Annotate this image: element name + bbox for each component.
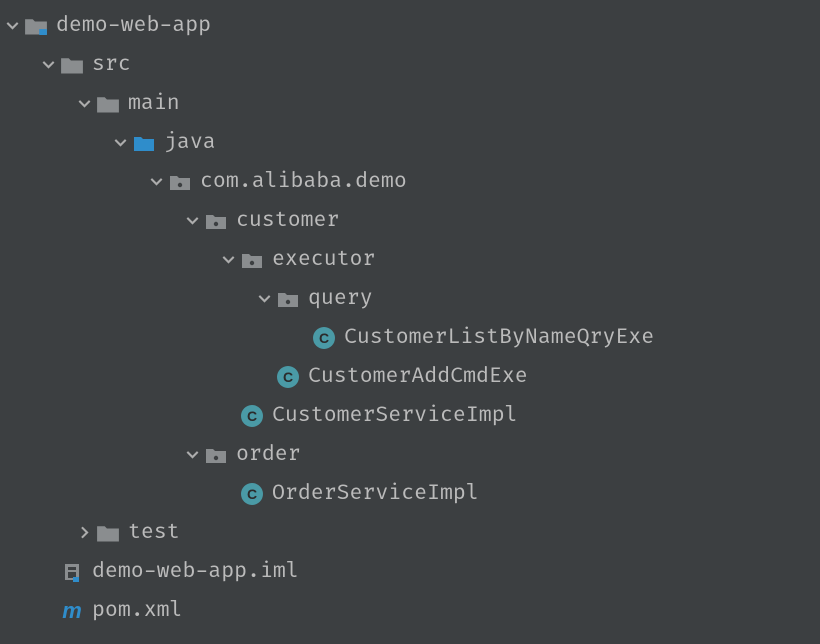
tree-item-test[interactable]: test [0, 513, 820, 552]
tree-item-src[interactable]: src [0, 45, 820, 84]
tree-item-label: CustomerListByNameQryExe [344, 325, 654, 350]
folder-icon [96, 521, 120, 545]
chevron-down-icon[interactable] [216, 253, 240, 266]
chevron-down-icon[interactable] [108, 136, 132, 149]
package-icon [276, 287, 300, 311]
chevron-down-icon[interactable] [180, 214, 204, 227]
tree-item-label: java [164, 130, 216, 155]
tree-item-label: src [92, 52, 131, 77]
tree-item-label: CustomerAddCmdExe [308, 364, 528, 389]
chevron-right-icon[interactable] [72, 526, 96, 539]
tree-item-label: query [308, 286, 373, 311]
tree-item-main[interactable]: main [0, 84, 820, 123]
class-icon: C [312, 326, 336, 350]
tree-item-label: OrderServiceImpl [272, 481, 479, 506]
chevron-down-icon[interactable] [180, 448, 204, 461]
maven-icon: m [60, 599, 84, 623]
tree-item-label: executor [272, 247, 375, 272]
package-icon [204, 443, 228, 467]
tree-item-label: order [236, 442, 301, 467]
tree-item-customer[interactable]: customer [0, 201, 820, 240]
tree-item-class[interactable]: C CustomerAddCmdExe [0, 357, 820, 396]
chevron-down-icon[interactable] [36, 58, 60, 71]
tree-item-class[interactable]: C CustomerServiceImpl [0, 396, 820, 435]
tree-item-label: main [128, 91, 180, 116]
tree-item-pom[interactable]: m pom.xml [0, 591, 820, 630]
tree-item-order[interactable]: order [0, 435, 820, 474]
chevron-down-icon[interactable] [72, 97, 96, 110]
source-folder-icon [132, 131, 156, 155]
tree-item-package-root[interactable]: com.alibaba.demo [0, 162, 820, 201]
tree-item-iml[interactable]: demo-web-app.iml [0, 552, 820, 591]
class-icon: C [276, 365, 300, 389]
tree-item-label: test [128, 520, 180, 545]
folder-icon [60, 53, 84, 77]
class-icon: C [240, 404, 264, 428]
tree-item-module-root[interactable]: demo-web-app [0, 6, 820, 45]
package-icon [168, 170, 192, 194]
module-file-icon [60, 560, 84, 584]
module-folder-icon [24, 14, 48, 38]
tree-item-label: demo-web-app.iml [92, 559, 299, 584]
tree-item-java[interactable]: java [0, 123, 820, 162]
tree-item-label: pom.xml [92, 598, 182, 623]
tree-item-class[interactable]: C CustomerListByNameQryExe [0, 318, 820, 357]
folder-icon [96, 92, 120, 116]
tree-item-class[interactable]: C OrderServiceImpl [0, 474, 820, 513]
package-icon [204, 209, 228, 233]
tree-item-query[interactable]: query [0, 279, 820, 318]
chevron-down-icon[interactable] [0, 19, 24, 32]
tree-item-label: customer [236, 208, 339, 233]
tree-item-label: com.alibaba.demo [200, 169, 407, 194]
class-icon: C [240, 482, 264, 506]
package-icon [240, 248, 264, 272]
chevron-down-icon[interactable] [144, 175, 168, 188]
tree-item-executor[interactable]: executor [0, 240, 820, 279]
tree-item-label: CustomerServiceImpl [272, 403, 518, 428]
chevron-down-icon[interactable] [252, 292, 276, 305]
tree-item-label: demo-web-app [56, 13, 211, 38]
